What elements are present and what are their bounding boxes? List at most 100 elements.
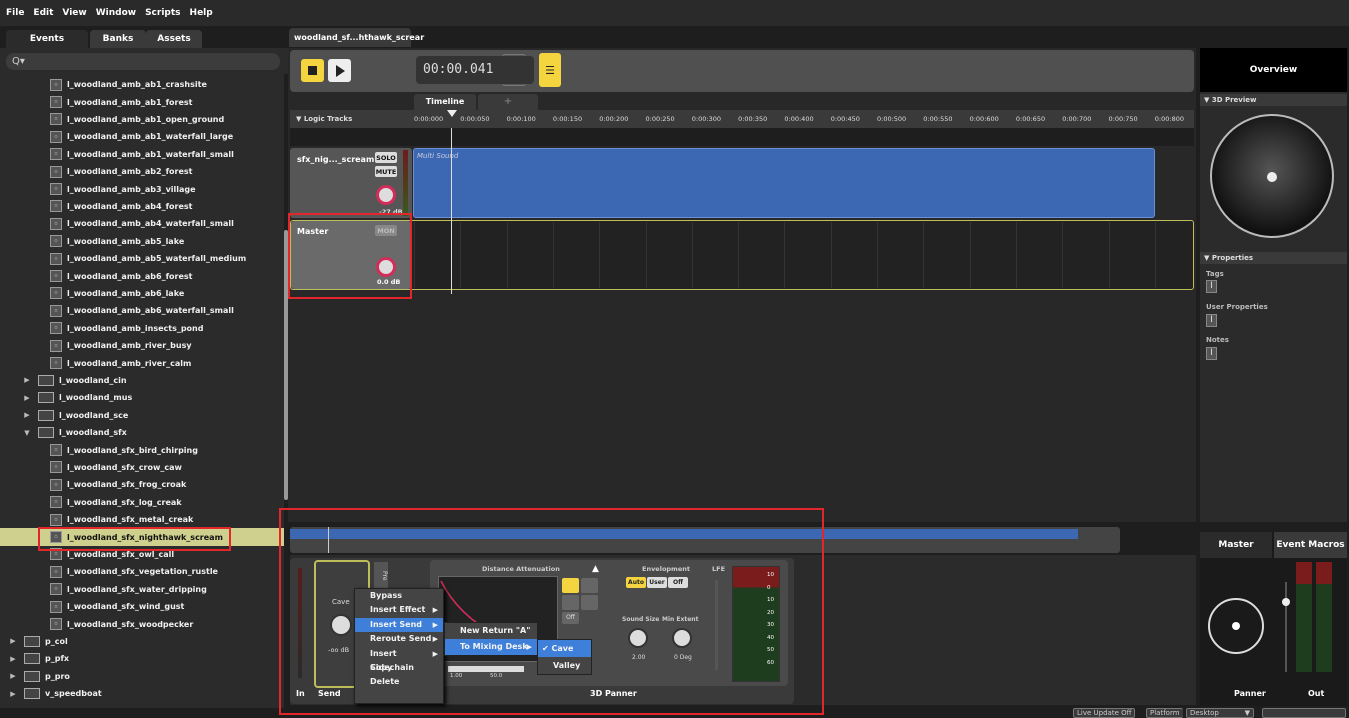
tab-events[interactable]: Events <box>6 30 88 48</box>
mute-button[interactable]: MUTE <box>375 166 397 177</box>
event-item[interactable]: ◦ l_woodland_amb_river_busy <box>0 337 284 354</box>
event-item[interactable]: ◦ l_woodland_amb_ab5_waterfall_medium <box>0 250 284 267</box>
timeline-ruler[interactable]: ▼ Logic Tracks 0:00:000 0:00:050 0:00:100 0… <box>290 110 1194 128</box>
user-properties-add-icon[interactable]: I <box>1206 314 1217 327</box>
folder-item[interactable]: ▶ l_woodland_cin <box>0 372 284 389</box>
platform-value: Desktop <box>1190 709 1219 717</box>
event-item[interactable]: ◦ l_woodland_amb_ab3_village <box>0 180 284 197</box>
volume-knob[interactable] <box>376 185 396 205</box>
solo-button[interactable]: SOLO <box>375 152 397 163</box>
tab-banks[interactable]: Banks <box>90 30 146 48</box>
collapsed-arrow-icon[interactable]: ▶ <box>8 672 18 680</box>
event-item[interactable]: ◦ l_woodland_sfx_crow_caw <box>0 459 284 476</box>
item-label: v_speedboat <box>45 689 102 699</box>
notes-add-icon[interactable]: I <box>1206 347 1217 360</box>
collapsed-arrow-icon[interactable]: ▶ <box>8 655 18 663</box>
preview-header[interactable]: ▼ 3D Preview <box>1200 94 1347 106</box>
menu-help[interactable]: Help <box>190 8 213 18</box>
panner-dial[interactable] <box>1208 598 1264 654</box>
event-item[interactable]: ◦ l_woodland_sfx_woodpecker <box>0 615 284 632</box>
event-item[interactable]: ◦ l_woodland_amb_ab1_open_ground <box>0 111 284 128</box>
play-button[interactable] <box>328 59 351 82</box>
playhead-line <box>451 128 452 294</box>
menu-file[interactable]: File <box>6 8 24 18</box>
event-item[interactable]: ◦ l_woodland_amb_river_calm <box>0 354 284 371</box>
ruler-tick-label: 0:00:150 <box>552 115 583 123</box>
master-track-lane[interactable] <box>290 220 1194 290</box>
event-item[interactable]: ◦ l_woodland_amb_ab1_waterfall_large <box>0 128 284 145</box>
expanded-arrow-icon[interactable]: ▼ <box>22 429 32 437</box>
menu-view[interactable]: View <box>62 8 86 18</box>
event-icon: ◦ <box>50 304 62 317</box>
time-display[interactable]: 00:00.041 <box>416 56 534 84</box>
menu-edit[interactable]: Edit <box>33 8 53 18</box>
tab-timeline[interactable]: Timeline <box>414 94 476 110</box>
folder-item[interactable]: ▶ p_col <box>0 633 284 650</box>
event-item[interactable]: ◦ l_woodland_sfx_log_creak <box>0 494 284 511</box>
logic-tracks-label: ▼ Logic Tracks <box>296 115 353 123</box>
menu-scripts[interactable]: Scripts <box>145 8 180 18</box>
search-input[interactable]: Q▾ <box>6 53 280 70</box>
event-item[interactable]: ◦ l_woodland_sfx_wind_gust <box>0 598 284 615</box>
folder-item[interactable]: ▶ p_pfx <box>0 650 284 667</box>
event-item[interactable]: ◦ l_woodland_amb_ab5_lake <box>0 233 284 250</box>
item-label: l_woodland_amb_ab1_open_ground <box>67 114 225 124</box>
event-item[interactable]: ◦ l_woodland_sfx_water_dripping <box>0 581 284 598</box>
tab-master[interactable]: Master <box>1200 532 1272 558</box>
properties-header[interactable]: ▼ Properties <box>1200 252 1347 264</box>
chevron-down-icon: ▼ <box>1244 709 1250 717</box>
menu-window[interactable]: Window <box>96 8 136 18</box>
3d-preview-sphere[interactable] <box>1210 114 1334 238</box>
event-item[interactable]: ◦ l_woodland_amb_ab4_forest <box>0 198 284 215</box>
event-editor-tab[interactable]: woodland_sf...hthawk_screar <box>289 28 424 47</box>
live-update-button[interactable]: Live Update Off <box>1073 708 1136 718</box>
timeline-view-button[interactable]: ☰ <box>539 53 561 87</box>
platform-select[interactable]: Desktop ▼ <box>1186 708 1254 718</box>
event-icon: ◦ <box>50 339 62 352</box>
item-label: l_woodland_cin <box>59 375 127 385</box>
region-label: Multi Sound <box>417 152 459 160</box>
event-item[interactable]: ◦ l_woodland_amb_ab4_waterfall_small <box>0 215 284 232</box>
track-header-sfx[interactable]: sfx_nig..._scream SOLO MUTE -27 dB <box>290 148 412 218</box>
event-item[interactable]: ◦ l_woodland_sfx_bird_chirping <box>0 441 284 458</box>
folder-item[interactable]: ▶ v_speedboat <box>0 685 284 702</box>
event-item[interactable]: ◦ l_woodland_amb_ab1_crashsite <box>0 76 284 93</box>
event-item[interactable]: ◦ l_woodland_sfx_vegetation_rustle <box>0 563 284 580</box>
panner-position-icon <box>1232 622 1240 630</box>
event-item[interactable]: ◦ l_woodland_amb_ab6_lake <box>0 285 284 302</box>
grid-line <box>645 222 647 288</box>
tags-add-icon[interactable]: I <box>1206 280 1217 293</box>
folder-item[interactable]: ▶ l_woodland_mus <box>0 389 284 406</box>
event-icon: ◦ <box>50 287 62 300</box>
event-item[interactable]: ◦ l_woodland_amb_ab2_forest <box>0 163 284 180</box>
event-item[interactable]: ◦ l_woodland_sfx_metal_creak <box>0 511 284 528</box>
collapsed-arrow-icon[interactable]: ▶ <box>22 411 32 419</box>
playhead-marker[interactable] <box>447 110 457 117</box>
stop-button[interactable] <box>301 59 324 82</box>
event-item[interactable]: ◦ l_woodland_amb_ab6_waterfall_small <box>0 302 284 319</box>
event-item[interactable]: ◦ l_woodland_amb_ab1_waterfall_small <box>0 146 284 163</box>
collapsed-arrow-icon[interactable]: ▶ <box>8 690 18 698</box>
tab-event-macros[interactable]: Event Macros <box>1274 532 1347 558</box>
item-label: l_woodland_amb_ab1_waterfall_large <box>67 132 234 142</box>
master-fader-track[interactable] <box>1285 582 1287 672</box>
collapsed-arrow-icon[interactable]: ▶ <box>8 637 18 645</box>
master-fader-handle[interactable] <box>1282 598 1290 606</box>
tab-assets[interactable]: Assets <box>146 30 202 48</box>
event-item[interactable]: ◦ l_woodland_amb_ab1_forest <box>0 93 284 110</box>
collapsed-arrow-icon[interactable]: ▶ <box>22 376 32 384</box>
grid-line <box>738 222 740 288</box>
collapsed-arrow-icon[interactable]: ▶ <box>22 394 32 402</box>
status-field[interactable] <box>1262 708 1346 718</box>
event-item[interactable]: ◦ l_woodland_amb_ab6_forest <box>0 267 284 284</box>
event-item[interactable]: ◦ l_woodland_sfx_frog_croak <box>0 476 284 493</box>
add-parameter-tab[interactable]: + <box>478 94 538 110</box>
grid-line <box>599 222 601 288</box>
multi-sound-region[interactable]: Multi Sound <box>413 148 1155 218</box>
listener-icon[interactable] <box>1267 172 1277 182</box>
ruler-tick-label: 0:00:450 <box>830 115 860 123</box>
folder-item[interactable]: ▶ l_woodland_sce <box>0 407 284 424</box>
folder-item[interactable]: ▼ l_woodland_sfx <box>0 424 284 441</box>
event-item[interactable]: ◦ l_woodland_amb_insects_pond <box>0 320 284 337</box>
folder-item[interactable]: ▶ p_pro <box>0 668 284 685</box>
